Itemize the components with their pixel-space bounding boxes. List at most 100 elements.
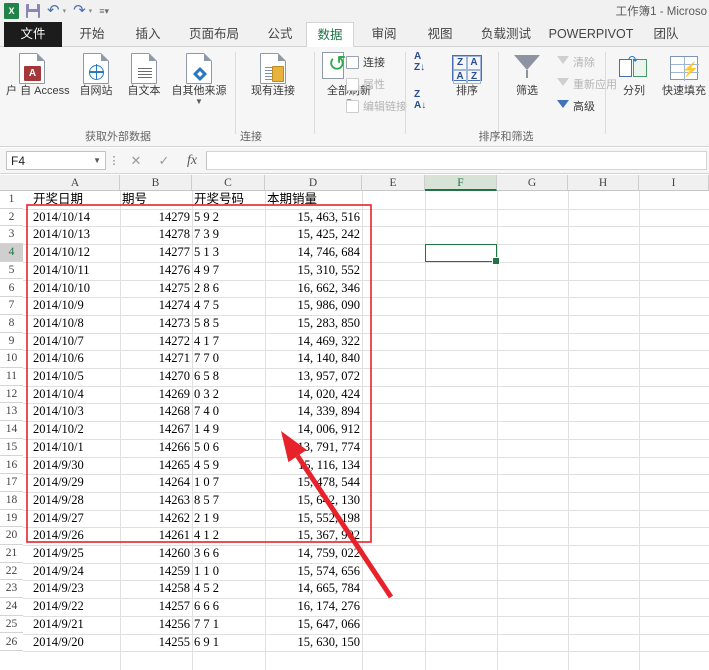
cell-C3[interactable]: 7 3 9: [192, 226, 265, 244]
cell-D22[interactable]: 15, 574, 656: [265, 563, 362, 581]
row-header-1[interactable]: 1: [0, 191, 23, 209]
cell-B5[interactable]: 14276: [120, 262, 192, 280]
cell-C13[interactable]: 7 4 0: [192, 403, 265, 421]
cell-A11[interactable]: 2014/10/5: [31, 368, 120, 386]
cell-B12[interactable]: 14269: [120, 386, 192, 404]
cell-A24[interactable]: 2014/9/22: [31, 598, 120, 616]
cell-A4[interactable]: 2014/10/12: [31, 244, 120, 262]
chevron-down-icon[interactable]: ▼: [93, 156, 101, 165]
row-header-3[interactable]: 3: [0, 226, 23, 245]
ribbon-tab-5[interactable]: 数据: [306, 22, 354, 48]
cell-D7[interactable]: 15, 986, 090: [265, 297, 362, 315]
row-header-23[interactable]: 23: [0, 580, 23, 599]
active-cell-selection[interactable]: [425, 244, 500, 265]
cell-C6[interactable]: 2 8 6: [192, 280, 265, 298]
column-header-F[interactable]: F: [425, 175, 497, 191]
row-header-26[interactable]: 26: [0, 634, 23, 652]
row-header-2[interactable]: 2: [0, 209, 23, 227]
from-access-button[interactable]: A 户 自 Access: [6, 51, 70, 97]
ribbon-tab-1[interactable]: 开始: [66, 22, 118, 47]
row-header-11[interactable]: 11: [0, 368, 23, 386]
cell-B15[interactable]: 14266: [120, 439, 192, 457]
cell-B22[interactable]: 14259: [120, 563, 192, 581]
cell-C11[interactable]: 6 5 8: [192, 368, 265, 386]
row-header-22[interactable]: 22: [0, 563, 23, 581]
cell-C25[interactable]: 7 7 1: [192, 616, 265, 634]
cell-A6[interactable]: 2014/10/10: [31, 280, 120, 298]
cell-A13[interactable]: 2014/10/3: [31, 403, 120, 421]
column-header-A[interactable]: A: [31, 175, 120, 191]
cell-D26[interactable]: 15, 630, 150: [265, 634, 362, 652]
cell-A7[interactable]: 2014/10/9: [31, 297, 120, 315]
cell-D17[interactable]: 15, 478, 544: [265, 474, 362, 492]
cell-C12[interactable]: 0 3 2: [192, 386, 265, 404]
cell-C23[interactable]: 4 5 2: [192, 580, 265, 598]
cell-C8[interactable]: 5 8 5: [192, 315, 265, 333]
cell-B21[interactable]: 14260: [120, 545, 192, 563]
cell-B8[interactable]: 14273: [120, 315, 192, 333]
cell-C17[interactable]: 1 0 7: [192, 474, 265, 492]
column-header-H[interactable]: H: [568, 175, 639, 191]
cell-D15[interactable]: 13, 791, 774: [265, 439, 362, 457]
cell-D14[interactable]: 14, 006, 912: [265, 421, 362, 439]
ribbon-tab-3[interactable]: 页面布局: [178, 22, 250, 47]
row-header-4[interactable]: 4: [0, 244, 23, 262]
cell-D16[interactable]: 15, 116, 134: [265, 457, 362, 475]
cell-C4[interactable]: 5 1 3: [192, 244, 265, 262]
cell-B10[interactable]: 14271: [120, 350, 192, 368]
text-to-columns-button[interactable]: ↷ 分列: [614, 51, 654, 97]
undo-icon[interactable]: ↶: [47, 3, 60, 19]
column-header-I[interactable]: I: [639, 175, 709, 191]
ribbon-tab-0[interactable]: 文件: [4, 22, 62, 47]
cell-B9[interactable]: 14272: [120, 333, 192, 351]
cell-B14[interactable]: 14267: [120, 421, 192, 439]
cells-area[interactable]: 开奖日期 期号 开奖号码 本期销量 2014/10/14 14279 5 9 2 15, 46…: [23, 191, 709, 670]
cell-A1[interactable]: 开奖日期: [31, 191, 120, 209]
enter-icon[interactable]: ✓: [150, 153, 178, 169]
redo-icon[interactable]: ↷: [73, 3, 86, 19]
row-header-24[interactable]: 24: [0, 598, 23, 616]
row-header-12[interactable]: 12: [0, 386, 23, 404]
advanced-filter-button[interactable]: 高级: [556, 97, 595, 115]
cell-C1[interactable]: 开奖号码: [192, 191, 265, 209]
cell-A3[interactable]: 2014/10/13: [31, 226, 120, 244]
column-header-B[interactable]: B: [120, 175, 192, 191]
cell-C18[interactable]: 8 5 7: [192, 492, 265, 510]
ribbon-tab-9[interactable]: POWERPIVOT: [546, 22, 636, 47]
name-box[interactable]: F4 ▼: [6, 151, 106, 170]
cell-A16[interactable]: 2014/9/30: [31, 457, 120, 475]
cell-D18[interactable]: 15, 642, 130: [265, 492, 362, 510]
undo-dropdown-icon[interactable]: ▾: [63, 7, 67, 15]
cell-B1[interactable]: 期号: [120, 191, 192, 209]
row-header-21[interactable]: 21: [0, 545, 23, 563]
cell-A20[interactable]: 2014/9/26: [31, 527, 120, 545]
formula-input[interactable]: [206, 151, 707, 170]
cell-B19[interactable]: 14262: [120, 510, 192, 528]
cell-D21[interactable]: 14, 759, 022: [265, 545, 362, 563]
cell-C2[interactable]: 5 9 2: [192, 209, 265, 227]
cell-A15[interactable]: 2014/10/1: [31, 439, 120, 457]
from-web-button[interactable]: 自网站: [70, 51, 122, 97]
cell-A5[interactable]: 2014/10/11: [31, 262, 120, 280]
row-header-18[interactable]: 18: [0, 492, 23, 510]
cell-C10[interactable]: 7 7 0: [192, 350, 265, 368]
worksheet-grid[interactable]: ABCDEFGHI 1 2 3 4 5 6 7 8 9 10 11 12 13 14 15 16 17 18 19 2…: [0, 175, 709, 670]
cell-D20[interactable]: 15, 367, 902: [265, 527, 362, 545]
chevron-down-icon[interactable]: ▼: [163, 98, 235, 106]
row-header-6[interactable]: 6: [0, 280, 23, 298]
ribbon-tab-2[interactable]: 插入: [122, 22, 174, 47]
cell-B2[interactable]: 14279: [120, 209, 192, 227]
cell-A10[interactable]: 2014/10/6: [31, 350, 120, 368]
cell-C14[interactable]: 1 4 9: [192, 421, 265, 439]
cell-D24[interactable]: 16, 174, 276: [265, 598, 362, 616]
cell-A12[interactable]: 2014/10/4: [31, 386, 120, 404]
cell-B24[interactable]: 14257: [120, 598, 192, 616]
sort-button[interactable]: ZAAZ 排序: [444, 51, 490, 97]
cell-A18[interactable]: 2014/9/28: [31, 492, 120, 510]
ribbon-tab-6[interactable]: 审阅: [358, 22, 410, 47]
cell-D25[interactable]: 15, 647, 066: [265, 616, 362, 634]
cell-C15[interactable]: 5 0 6: [192, 439, 265, 457]
cell-C7[interactable]: 4 7 5: [192, 297, 265, 315]
cell-A23[interactable]: 2014/9/23: [31, 580, 120, 598]
cell-A22[interactable]: 2014/9/24: [31, 563, 120, 581]
